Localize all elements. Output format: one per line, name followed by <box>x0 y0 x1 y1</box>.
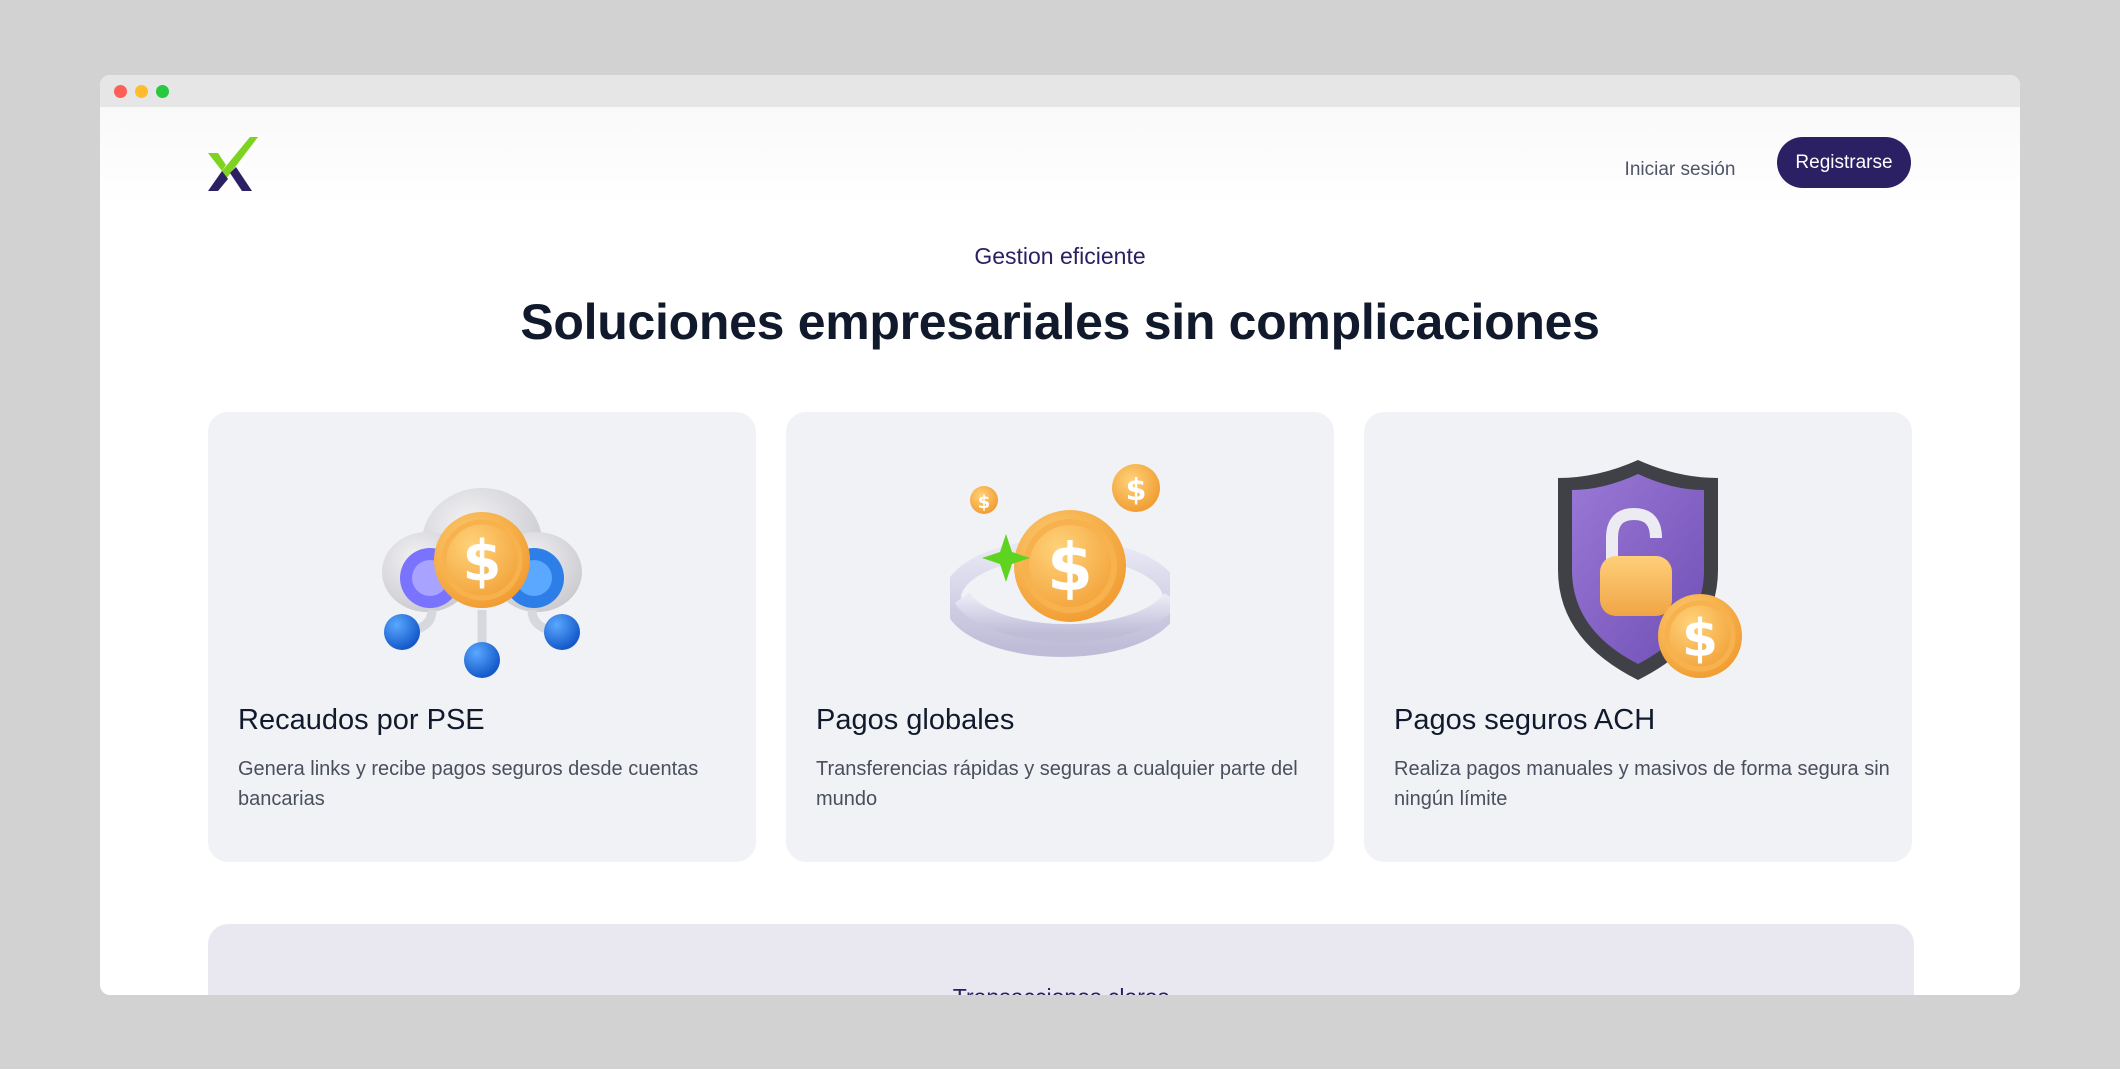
card-title: Pagos seguros ACH <box>1394 704 1656 736</box>
svg-text:$: $ <box>1682 609 1718 669</box>
svg-text:$: $ <box>978 492 991 513</box>
svg-text:$: $ <box>1047 529 1093 606</box>
svg-text:$: $ <box>463 529 502 594</box>
feature-card-pse: $ Recaudos por PSE Genera links y recibe… <box>208 412 756 862</box>
svg-text:$: $ <box>1126 473 1147 508</box>
card-description: Transferencias rápidas y seguras a cualq… <box>816 758 1298 810</box>
browser-window: Iniciar sesión Registrarse Gestion efici… <box>100 75 2020 995</box>
top-navbar: Iniciar sesión Registrarse <box>100 107 2020 207</box>
shield-lock-coin-icon: $ <box>1558 460 1742 680</box>
maximize-window-button[interactable] <box>156 84 169 98</box>
feature-card-ach: $ Pagos seguros ACH Realiza pagos manual… <box>1364 412 1912 862</box>
card-description: Genera links y recibe pagos seguros desd… <box>238 758 699 810</box>
section-headline: Soluciones empresariales sin complicacio… <box>520 294 1600 350</box>
login-link[interactable]: Iniciar sesión <box>1600 159 1760 181</box>
orbit-coins-icon: $ $ $ <box>950 464 1170 657</box>
minimize-window-button[interactable] <box>135 84 148 98</box>
close-window-button[interactable] <box>114 84 127 98</box>
card-title: Recaudos por PSE <box>238 704 485 736</box>
card-description: Realiza pagos manuales y masivos de form… <box>1394 758 1890 810</box>
window-titlebar <box>100 75 2020 107</box>
transactions-section: Transacciones claras <box>208 924 1914 995</box>
register-button[interactable]: Registrarse <box>1777 137 1911 188</box>
section-eyebrow: Gestion eficiente <box>974 243 1146 269</box>
section-eyebrow: Transacciones claras <box>208 984 1914 995</box>
brand-logo[interactable] <box>208 137 258 191</box>
cloud-coin-icon: $ <box>382 488 582 678</box>
feature-card-global: $ $ $ Pagos globales Transferencias rápi… <box>786 412 1334 862</box>
card-title: Pagos globales <box>816 704 1015 736</box>
